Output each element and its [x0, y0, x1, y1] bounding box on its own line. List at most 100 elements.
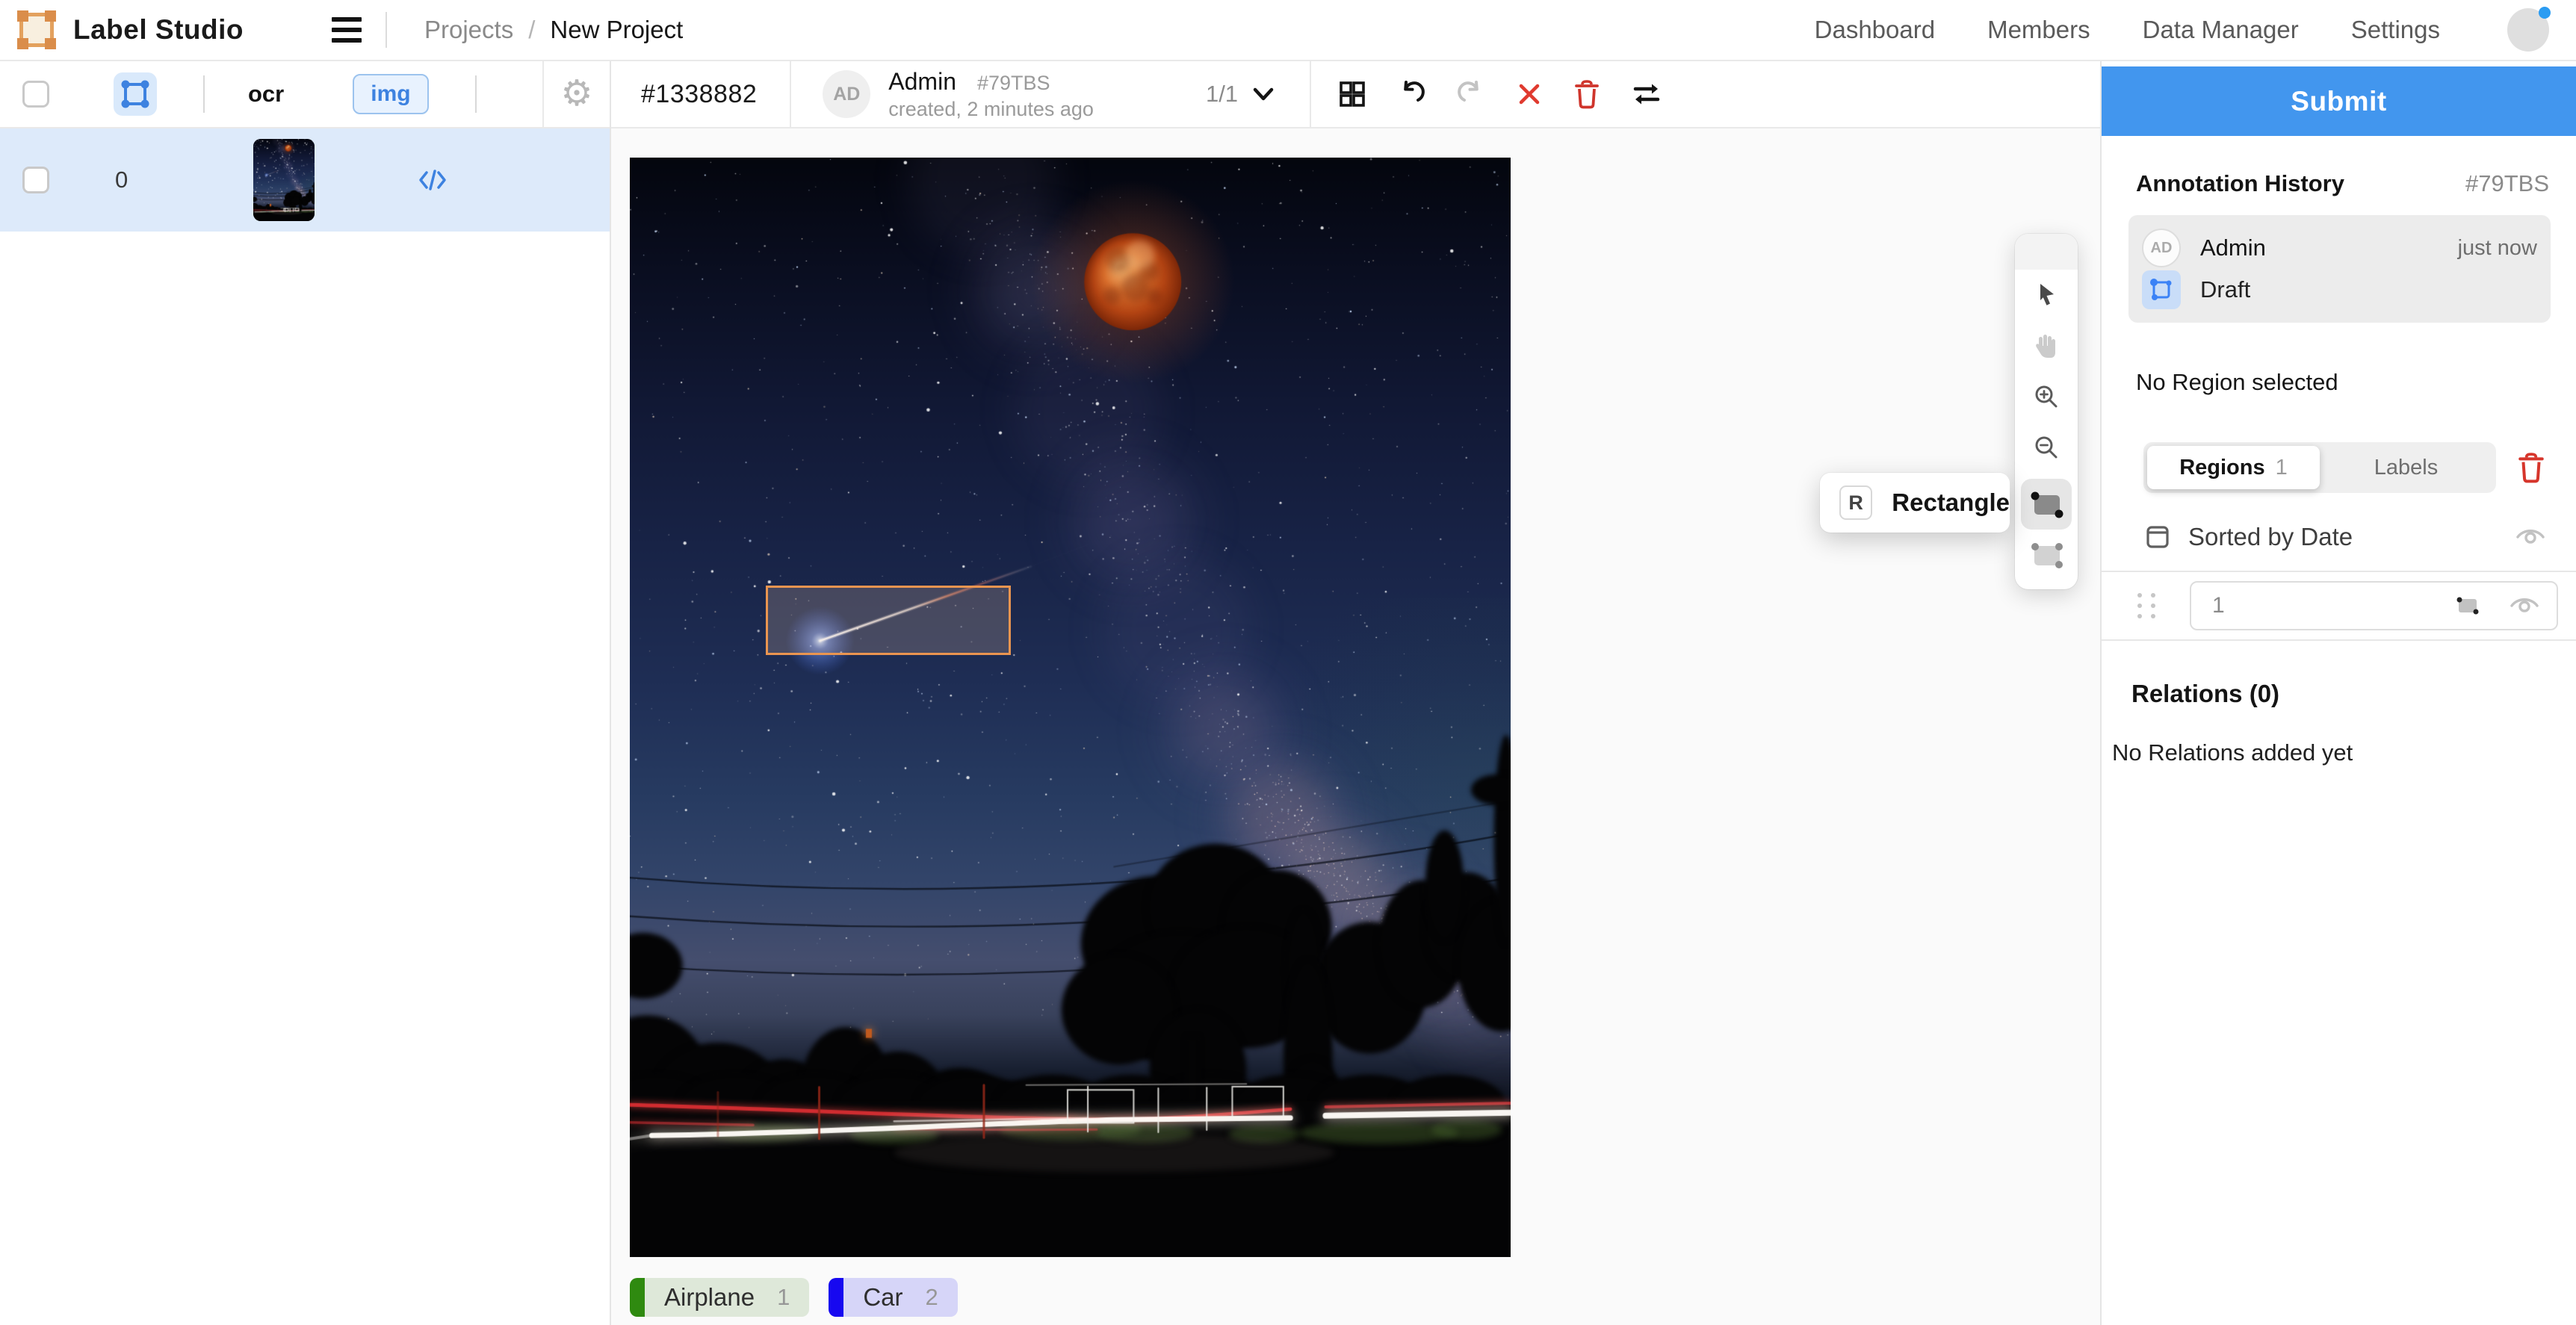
annotation-history-code: #79TBS: [2465, 170, 2549, 197]
history-status: Draft: [2200, 276, 2250, 303]
label-hotkey: 2: [926, 1284, 938, 1311]
history-user-name: Admin: [2200, 235, 2266, 261]
history-timestamp: just now: [2458, 236, 2537, 261]
annotation-history-title: Annotation History: [2136, 170, 2344, 197]
delete-regions-trash-icon[interactable]: [2516, 451, 2546, 484]
tab-regions-count: 1: [2276, 456, 2288, 480]
sort-order-icon[interactable]: [2143, 523, 2172, 551]
label-name: Airplane: [664, 1283, 755, 1312]
chevron-down-icon[interactable]: [1250, 84, 1277, 105]
annotation-side-panel: Submit Annotation History #79TBS AD Admi…: [2100, 61, 2576, 1325]
label-hotkey: 1: [777, 1284, 790, 1311]
hotkey-badge: R: [1839, 485, 1872, 520]
sort-row: Sorted by Date: [2143, 523, 2546, 551]
submit-button[interactable]: Submit: [2102, 66, 2576, 136]
relations-title: Relations (0): [2131, 680, 2576, 708]
zoom-out-tool-icon[interactable]: [2021, 422, 2072, 473]
workspace: #1338882 AD Admin #79TBS created, 2 minu…: [611, 61, 2100, 1325]
pan-hand-tool-icon[interactable]: [2021, 320, 2072, 371]
relations-empty-text: No Relations added yet: [2112, 739, 2576, 766]
annotation-code: #79TBS: [977, 72, 1050, 95]
navbar-divider: [386, 12, 387, 48]
sidebar-divider: [475, 75, 477, 113]
swap-transfer-icon[interactable]: [1631, 81, 1662, 108]
annotation-canvas-area: Airplane 1 Car 2: [611, 128, 2100, 1325]
label-pills: Airplane 1 Car 2: [630, 1278, 958, 1317]
zoom-in-tool-icon[interactable]: [2021, 371, 2072, 422]
sidebar-settings-button[interactable]: ⚙: [542, 61, 610, 127]
breadcrumb-separator: /: [528, 16, 535, 44]
task-checkbox[interactable]: [22, 167, 49, 193]
nav-link-dashboard[interactable]: Dashboard: [1815, 16, 1935, 44]
rectangle-label-tool-icon[interactable]: [114, 72, 157, 116]
region-visibility-eye-icon[interactable]: [2509, 594, 2540, 618]
toolbar-drag-handle[interactable]: [2015, 234, 2078, 270]
task-id: #1338882: [641, 80, 757, 109]
regions-labels-tabs: Regions 1 Labels: [2143, 442, 2496, 493]
task-sidebar: ocr img ⚙ 0: [0, 61, 611, 1325]
annotator-info: Admin #79TBS created, 2 minutes ago: [888, 68, 1094, 121]
toolbar-divider: [1310, 60, 1311, 128]
tab-regions[interactable]: Regions 1: [2147, 446, 2320, 489]
navbar-links: Dashboard Members Data Manager Settings: [1815, 8, 2549, 52]
region-row-1[interactable]: 1: [2102, 578, 2576, 633]
nav-link-settings[interactable]: Settings: [2351, 16, 2440, 44]
tooltip-label: Rectangle: [1892, 488, 2010, 517]
task-toolbar: #1338882 AD Admin #79TBS created, 2 minu…: [611, 61, 2100, 128]
drawing-tools-toolbar: [2015, 234, 2078, 589]
no-region-text: No Region selected: [2136, 369, 2576, 396]
tab-regions-label: Regions: [2179, 456, 2264, 480]
user-avatar[interactable]: [2507, 8, 2549, 52]
drag-handle-icon[interactable]: [2137, 593, 2158, 618]
toggle-all-visibility-eye-icon[interactable]: [2515, 525, 2546, 549]
night-sky-photo[interactable]: [630, 158, 1511, 1257]
label-color-bar: [829, 1278, 843, 1317]
task-index: 0: [115, 167, 128, 193]
rectangle-tool-selected-icon[interactable]: [2021, 479, 2072, 530]
rectangle-tool-tooltip: R Rectangle: [1820, 473, 2010, 533]
task-list-item[interactable]: 0: [0, 128, 610, 232]
sidebar-divider: [203, 75, 205, 113]
select-all-checkbox[interactable]: [22, 81, 49, 108]
label-pill-car[interactable]: Car 2: [829, 1278, 957, 1317]
sorted-by-label[interactable]: Sorted by Date: [2188, 523, 2353, 551]
created-timestamp: created, 2 minutes ago: [888, 98, 1094, 121]
redo-icon[interactable]: [1456, 79, 1486, 109]
region-item[interactable]: 1: [2190, 581, 2558, 630]
img-type-tag[interactable]: img: [353, 74, 428, 114]
history-entry-card[interactable]: AD Admin just now Draft: [2128, 215, 2551, 323]
hamburger-menu-icon[interactable]: [332, 17, 362, 43]
label-studio-app: Label Studio Projects / New Project Dash…: [0, 0, 2576, 1325]
code-icon[interactable]: [418, 168, 448, 192]
region-number: 1: [2212, 593, 2225, 618]
cursor-tool-icon[interactable]: [2021, 270, 2072, 320]
gear-icon: ⚙: [560, 76, 592, 112]
tab-labels-label: Labels: [2374, 456, 2438, 480]
undo-icon[interactable]: [1396, 79, 1426, 109]
delete-annotation-icon[interactable]: [1573, 79, 1601, 109]
breadcrumb-projects[interactable]: Projects: [424, 16, 513, 44]
sidebar-header: ocr img ⚙: [0, 61, 610, 128]
rectangle-region-meteor[interactable]: [766, 586, 1011, 655]
reject-close-icon[interactable]: [1516, 81, 1543, 108]
label-pill-airplane[interactable]: Airplane 1: [630, 1278, 809, 1317]
filter-column-label: ocr: [248, 81, 284, 108]
nav-link-members[interactable]: Members: [1987, 16, 2090, 44]
notification-dot: [2539, 7, 2551, 19]
annotator-avatar: AD: [823, 70, 870, 118]
annotation-pagination: 1/1: [1206, 81, 1238, 108]
navbar: Label Studio Projects / New Project Dash…: [0, 0, 2576, 61]
label-studio-logo-icon[interactable]: [19, 13, 54, 47]
task-thumbnail[interactable]: [253, 139, 315, 221]
region-rectangle-icon: [2455, 595, 2480, 616]
label-color-bar: [630, 1278, 645, 1317]
region-list: 1: [2102, 571, 2576, 641]
rectangle-3point-tool-icon[interactable]: [2021, 530, 2072, 580]
tab-labels[interactable]: Labels: [2320, 446, 2492, 489]
toolbar-divider: [790, 60, 791, 128]
nav-link-data-manager[interactable]: Data Manager: [2143, 16, 2299, 44]
grid-view-icon[interactable]: [1338, 80, 1366, 108]
annotation-image[interactable]: [630, 158, 1511, 1257]
history-user-avatar: AD: [2142, 229, 2181, 267]
annotator-name: Admin: [888, 68, 956, 96]
